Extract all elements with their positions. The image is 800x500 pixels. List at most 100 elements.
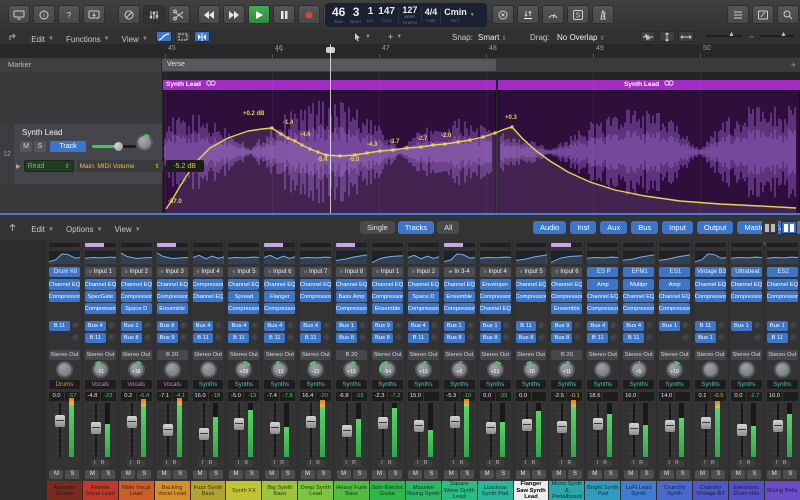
fx-slot-button[interactable]: Compressor (480, 291, 511, 302)
track-on-button[interactable]: Track (50, 141, 86, 152)
eq-thumbnail[interactable] (228, 251, 259, 264)
solo-button[interactable]: S (173, 470, 187, 479)
send-slot-button[interactable]: Bus 8 (480, 333, 501, 343)
output-slot-button[interactable]: Stereo Out (516, 350, 547, 360)
send-level-knob[interactable] (215, 322, 223, 330)
channel-strip-10[interactable]: ○Input 1 Channel EQCompressorEnsemble Bu… (370, 240, 405, 500)
solo-button[interactable]: S (532, 470, 546, 479)
input-slot-button[interactable]: ○Input 1 (85, 267, 116, 277)
window-icon[interactable] (83, 5, 105, 24)
input-slot-button[interactable]: ○Input 5 (516, 267, 547, 277)
send-level-knob[interactable] (323, 322, 331, 330)
volume-db-value[interactable]: 10.0 (767, 392, 782, 401)
send-slot-button[interactable]: Bus 4 (264, 321, 285, 331)
output-slot-button[interactable]: Stereo Out (695, 350, 726, 360)
automation-mode-select[interactable]: Read⇕ (24, 160, 74, 172)
volume-db-value[interactable]: 0.0 (49, 392, 64, 401)
track-name-plate[interactable]: Fuzz Synth Bass (191, 481, 226, 500)
solo-button[interactable]: S (101, 470, 115, 479)
volume-db-value[interactable]: -7.1 (157, 392, 172, 401)
send-slot-button[interactable]: Bus 8 (121, 333, 142, 343)
mute-button[interactable]: M (695, 470, 709, 479)
track-name-plate[interactable]: Female Vocal Lead (83, 481, 118, 500)
solo-button[interactable]: S (747, 470, 761, 479)
fx-slot-button[interactable]: Channel EQ (587, 291, 618, 302)
send-level-knob[interactable] (287, 322, 295, 330)
volume-fader[interactable] (629, 403, 639, 457)
track-name-plate[interactable]: Backing Vocal Lead (155, 481, 190, 500)
output-slot-button[interactable]: Stereo Out (731, 350, 762, 360)
mute-button[interactable]: M (265, 470, 279, 479)
output-slot-button[interactable]: Stereo Out (623, 350, 654, 360)
back-icon[interactable] (0, 30, 23, 44)
volume-fader[interactable] (306, 403, 316, 457)
mute-button[interactable]: M (20, 141, 32, 152)
track-name-plate[interactable]: Male Vocal Lead (119, 481, 154, 500)
add-marker-button[interactable]: + (791, 58, 796, 72)
filter-bus[interactable]: Bus (631, 221, 658, 234)
track-name-plate[interactable]: Massive Rising Synth (406, 481, 441, 500)
solo-button[interactable]: S (209, 470, 223, 479)
vca-slot-button[interactable]: Synths (516, 380, 547, 389)
pan-knob[interactable]: -13 (271, 361, 288, 378)
count-in-icon[interactable] (492, 5, 514, 24)
channel-strip-17[interactable]: EFM1 MultiprChannel EQCompressor Bus 4B … (621, 240, 656, 500)
pan-knob[interactable]: +19 (666, 361, 683, 378)
fx-slot-button[interactable]: Channel EQ (49, 279, 80, 290)
mixer-icon[interactable] (143, 5, 165, 24)
eq-thumbnail[interactable] (767, 251, 798, 264)
output-slot-button[interactable]: Stereo Out (480, 350, 511, 360)
input-monitor-record-buttons[interactable]: I R (486, 460, 504, 467)
pan-knob[interactable]: +13 (415, 361, 432, 378)
input-slot-button[interactable]: ○Input 7 (300, 267, 331, 277)
volume-db-value[interactable]: 0.0 (516, 392, 531, 401)
vca-slot-button[interactable]: Synths (264, 380, 295, 389)
channel-strip-5[interactable]: ○Input 4 CompressorChannel EQ Bus 4B 11 … (191, 240, 226, 500)
send-slot-button[interactable]: Bus 8 (372, 333, 393, 343)
channel-strip-13[interactable]: ○Input 4 EnveloperCompressorChannel EQ B… (478, 240, 513, 500)
fx-slot-button[interactable]: Channel EQ (336, 279, 367, 290)
send-level-knob[interactable] (503, 334, 511, 342)
cycle-off-icon[interactable] (118, 5, 140, 24)
fx-slot-button[interactable]: Compressor (264, 303, 295, 314)
search-icon[interactable] (777, 5, 799, 24)
send-level-knob[interactable] (180, 322, 188, 330)
solo-button[interactable]: S (640, 470, 654, 479)
send-level-knob[interactable] (359, 334, 367, 342)
pan-knob[interactable]: -21 (92, 361, 109, 378)
send-level-knob[interactable] (287, 334, 295, 342)
input-slot-button[interactable]: ○Input 3 (157, 267, 188, 277)
input-monitor-record-buttons[interactable]: I R (199, 460, 217, 467)
play-icon[interactable] (248, 5, 270, 24)
mute-button[interactable]: M (157, 470, 171, 479)
pan-knob[interactable] (594, 361, 611, 378)
fx-slot-button[interactable]: Compressor (49, 291, 80, 302)
vca-slot-button[interactable]: Synths (731, 380, 762, 389)
mixer-view-tracks[interactable]: Tracks (398, 221, 434, 234)
track-name-plate[interactable]: Crunchy Vintage B3 (693, 481, 728, 500)
send-level-knob[interactable] (574, 334, 582, 342)
pan-knob[interactable]: +21 (487, 361, 504, 378)
send-level-knob[interactable] (574, 322, 582, 330)
solo-button[interactable]: S (496, 470, 510, 479)
eq-thumbnail[interactable] (49, 251, 80, 264)
input-slot-button[interactable]: ○Input 6 (264, 267, 295, 277)
volume-slider[interactable] (92, 145, 136, 148)
horizontal-zoom-slider[interactable]: ▲ (760, 35, 794, 37)
vca-slot-button[interactable]: Vocals (121, 380, 152, 389)
output-slot-button[interactable]: Stereo Out (49, 350, 80, 360)
track-name-plate[interactable]: Heavy Funk Bass (334, 481, 369, 500)
vca-slot-button[interactable]: Synths (695, 380, 726, 389)
mute-button[interactable]: M (588, 470, 602, 479)
fx-slot-button[interactable]: Ensemble (444, 291, 475, 302)
input-monitor-record-buttons[interactable]: I R (701, 460, 719, 467)
vca-slot-button[interactable]: Synths (587, 380, 618, 389)
eq-thumbnail[interactable] (408, 251, 439, 264)
send-slot-button[interactable]: Bus 4 (623, 321, 644, 331)
volume-db-value[interactable]: -6.8 (336, 392, 351, 401)
vca-slot-button[interactable]: Synths (444, 380, 475, 389)
pan-knob[interactable]: +18 (128, 361, 145, 378)
send-level-knob[interactable] (754, 334, 762, 342)
volume-db-value[interactable]: 0.2 (121, 392, 136, 401)
input-slot-button[interactable]: EFM1 (623, 267, 654, 277)
